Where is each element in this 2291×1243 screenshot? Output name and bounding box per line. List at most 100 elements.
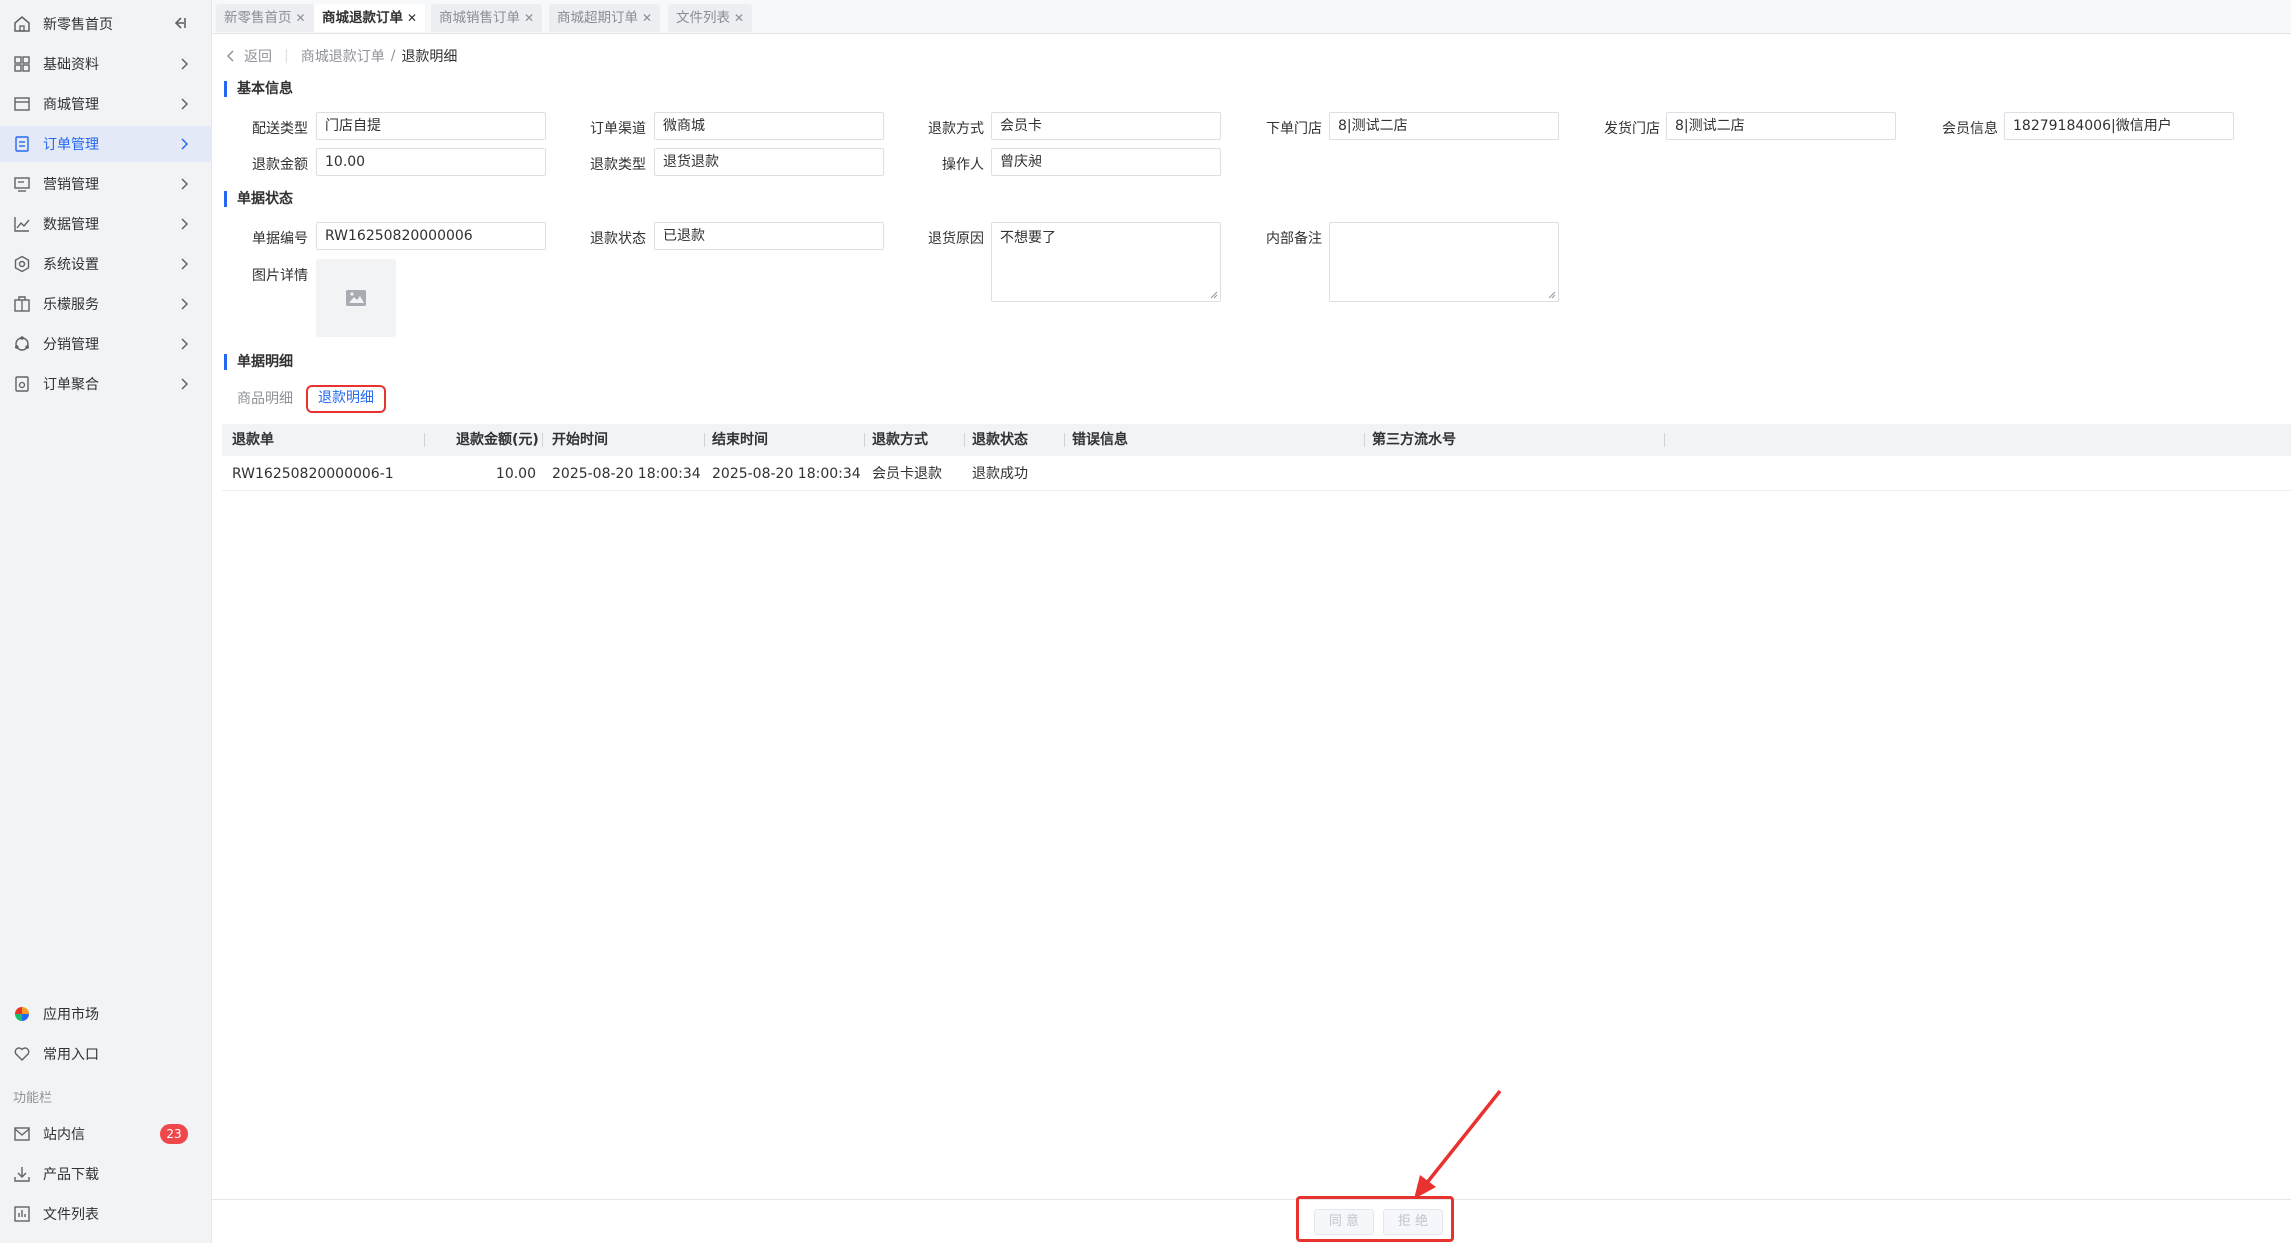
column-header: 退款金额(元) bbox=[456, 432, 539, 448]
sidebar-files[interactable]: 文件列表 bbox=[0, 1196, 212, 1232]
tab-mall-sales-orders[interactable]: 商城销售订单 ✕ bbox=[431, 4, 543, 32]
refund-method-label: 退款方式 bbox=[928, 121, 984, 137]
resize-handle-icon[interactable] bbox=[1548, 291, 1556, 299]
messages-badge: 23 bbox=[160, 1124, 188, 1144]
tab-label: 商城销售订单 bbox=[439, 10, 520, 26]
column-divider[interactable] bbox=[424, 433, 425, 447]
refund-amount-label: 退款金额 bbox=[252, 157, 308, 173]
sidebar-item-settings[interactable]: 系统设置 bbox=[0, 246, 212, 282]
breadcrumb-divider: | bbox=[284, 48, 289, 64]
sidebar-item-label: 营销管理 bbox=[43, 177, 99, 193]
breadcrumb: 返回 | 商城退款订单 / 退款明细 bbox=[226, 46, 457, 66]
function-bar-label: 功能栏 bbox=[13, 1091, 53, 1106]
tab-mall-refund-orders[interactable]: 商城退款订单 ✕ bbox=[314, 4, 426, 32]
sidebar-downloads[interactable]: 产品下载 bbox=[0, 1156, 212, 1192]
detail-subtabs: 商品明细 退款明细 bbox=[224, 385, 386, 413]
breadcrumb-parent[interactable]: 商城退款订单 bbox=[301, 46, 385, 66]
column-divider[interactable] bbox=[704, 433, 705, 447]
home-icon bbox=[13, 15, 31, 33]
download-icon bbox=[13, 1165, 31, 1183]
operator-label: 操作人 bbox=[942, 157, 984, 173]
back-link[interactable]: 返回 bbox=[226, 46, 272, 66]
close-icon[interactable]: ✕ bbox=[734, 11, 744, 25]
app-market-icon bbox=[13, 1005, 31, 1023]
delivery-type-field[interactable]: 门店自提 bbox=[316, 112, 546, 140]
order-channel-field[interactable]: 微商城 bbox=[654, 112, 884, 140]
refund-amount-field[interactable]: 10.00 bbox=[316, 148, 546, 176]
doc-no-field[interactable]: RW16250820000006 bbox=[316, 222, 546, 250]
refund-method-field[interactable]: 会员卡 bbox=[991, 112, 1221, 140]
order-icon bbox=[13, 135, 31, 153]
breadcrumb-current: 退款明细 bbox=[401, 49, 458, 65]
messages-label: 站内信 bbox=[43, 1127, 85, 1143]
sidebar-item-marketing[interactable]: 营销管理 bbox=[0, 166, 212, 202]
ship-store-field[interactable]: 8|测试二店 bbox=[1666, 112, 1896, 140]
distribution-icon bbox=[13, 335, 31, 353]
reject-button[interactable]: 拒 绝 bbox=[1383, 1209, 1443, 1235]
chevron-left-icon bbox=[226, 50, 234, 62]
close-icon[interactable]: ✕ bbox=[524, 11, 534, 25]
chevron-right-icon bbox=[181, 218, 189, 230]
sidebar-app-market[interactable]: 应用市场 bbox=[0, 996, 212, 1032]
aggregate-icon bbox=[13, 375, 31, 393]
section-title-detail: 单据明细 bbox=[224, 354, 293, 370]
agree-button[interactable]: 同 意 bbox=[1314, 1209, 1374, 1235]
order-store-label: 下单门店 bbox=[1266, 121, 1322, 137]
column-header: 退款状态 bbox=[972, 432, 1028, 448]
footer-divider bbox=[212, 1199, 2291, 1200]
sidebar-item-label: 乐檬服务 bbox=[43, 297, 99, 313]
section-title-basic-info: 基本信息 bbox=[224, 81, 293, 97]
column-header: 第三方流水号 bbox=[1372, 432, 1456, 448]
refund-table-header: 退款单 退款金额(元) 开始时间 结束时间 退款方式 退款状态 错误信息 第三方… bbox=[222, 424, 2291, 456]
close-icon[interactable]: ✕ bbox=[296, 11, 306, 25]
doc-no-label: 单据编号 bbox=[252, 231, 308, 247]
tab-mall-overdue-orders[interactable]: 商城超期订单 ✕ bbox=[549, 4, 661, 32]
sidebar-item-mall[interactable]: 商城管理 bbox=[0, 86, 212, 122]
close-icon[interactable]: ✕ bbox=[407, 11, 417, 25]
column-divider[interactable] bbox=[864, 433, 865, 447]
action-buttons-highlight: 同 意 拒 绝 bbox=[1296, 1196, 1454, 1242]
return-reason-textarea[interactable]: 不想要了 bbox=[991, 222, 1221, 302]
sidebar-item-distribution[interactable]: 分销管理 bbox=[0, 326, 212, 362]
column-divider[interactable] bbox=[964, 433, 965, 447]
sidebar-item-home[interactable]: 新零售首页 bbox=[0, 6, 212, 42]
resize-handle-icon[interactable] bbox=[1210, 291, 1218, 299]
subtab-refund-detail[interactable]: 退款明细 bbox=[306, 385, 386, 413]
marketing-icon bbox=[13, 175, 31, 193]
refund-type-field[interactable]: 退货退款 bbox=[654, 148, 884, 176]
sidebar-item-lemon-service[interactable]: 乐檬服务 bbox=[0, 286, 212, 322]
downloads-label: 产品下载 bbox=[43, 1167, 99, 1183]
refund-status-label: 退款状态 bbox=[590, 231, 646, 247]
column-divider[interactable] bbox=[1664, 433, 1665, 447]
column-divider[interactable] bbox=[1364, 433, 1365, 447]
sidebar-item-orders[interactable]: 订单管理 bbox=[0, 126, 212, 162]
table-row[interactable]: RW16250820000006-1 10.00 2025-08-20 18:0… bbox=[222, 457, 2291, 491]
cell-refund-method: 会员卡退款 bbox=[872, 466, 942, 482]
sidebar-messages[interactable]: 站内信 23 bbox=[0, 1116, 212, 1152]
tab-file-list[interactable]: 文件列表 ✕ bbox=[668, 4, 753, 32]
column-divider[interactable] bbox=[542, 433, 543, 447]
image-placeholder[interactable] bbox=[316, 259, 396, 337]
member-info-field[interactable]: 18279184006|微信用户 bbox=[2004, 112, 2234, 140]
chevron-right-icon bbox=[181, 138, 189, 150]
tab-label: 商城超期订单 bbox=[557, 10, 638, 26]
chevron-right-icon bbox=[181, 58, 189, 70]
sidebar-favorites[interactable]: 常用入口 bbox=[0, 1036, 212, 1072]
breadcrumb-separator: / bbox=[390, 48, 396, 64]
internal-note-textarea[interactable] bbox=[1329, 222, 1559, 302]
subtab-product-detail[interactable]: 商品明细 bbox=[224, 385, 306, 413]
operator-field[interactable]: 曾庆昶 bbox=[991, 148, 1221, 176]
column-divider[interactable] bbox=[1064, 433, 1065, 447]
close-icon[interactable]: ✕ bbox=[642, 11, 652, 25]
image-icon bbox=[346, 290, 366, 306]
file-list-icon bbox=[13, 1205, 31, 1223]
chart-icon bbox=[13, 215, 31, 233]
sidebar-item-basic-data[interactable]: 基础资料 bbox=[0, 46, 212, 82]
sidebar-item-data[interactable]: 数据管理 bbox=[0, 206, 212, 242]
tab-retail-home[interactable]: 新零售首页 ✕ bbox=[216, 4, 314, 32]
cell-refund-no: RW16250820000006-1 bbox=[232, 466, 394, 482]
sidebar-item-order-aggregate[interactable]: 订单聚合 bbox=[0, 366, 212, 402]
refund-status-field[interactable]: 已退款 bbox=[654, 222, 884, 250]
order-store-field[interactable]: 8|测试二店 bbox=[1329, 112, 1559, 140]
chevron-right-icon bbox=[181, 378, 189, 390]
